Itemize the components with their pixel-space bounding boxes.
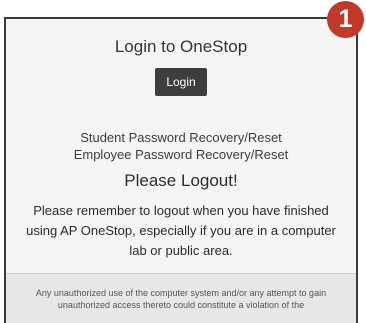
login-section: Login to OneStop Login <box>6 36 356 96</box>
login-panel: Login to OneStop Login Student Password … <box>4 17 358 323</box>
login-button[interactable]: Login <box>155 68 207 96</box>
student-password-recovery-link[interactable]: Student Password Recovery/Reset <box>6 129 356 146</box>
logout-heading: Please Logout! <box>124 171 238 190</box>
password-recovery-links: Student Password Recovery/Reset Employee… <box>6 129 356 163</box>
login-title: Login to OneStop <box>114 37 248 56</box>
step-number-badge: 1 <box>327 1 364 38</box>
logout-message: Please remember to logout when you have … <box>26 203 336 258</box>
employee-password-recovery-link[interactable]: Employee Password Recovery/Reset <box>6 146 356 163</box>
unauthorized-use-notice: Any unauthorized use of the computer sys… <box>6 273 356 323</box>
screenshot-stage: Login to OneStop Login Student Password … <box>0 0 366 323</box>
